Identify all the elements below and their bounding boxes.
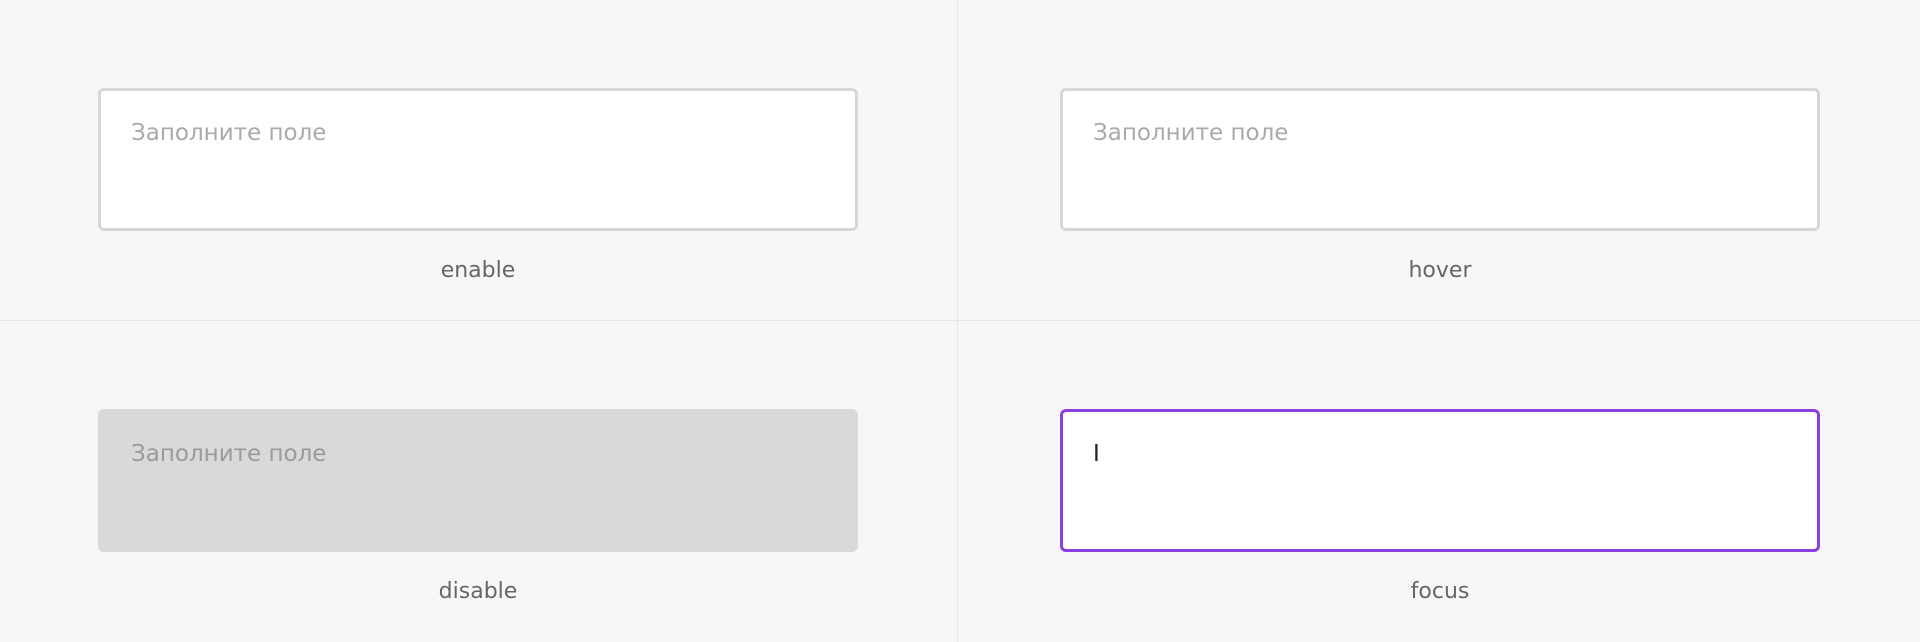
state-caption-enable: enable bbox=[440, 258, 516, 283]
text-field-focus[interactable]: I bbox=[1060, 409, 1820, 552]
state-caption-hover: hover bbox=[1408, 258, 1472, 283]
text-field-disable bbox=[98, 409, 858, 552]
state-cell-focus: I focus bbox=[958, 321, 1920, 642]
state-caption-disable: disable bbox=[438, 579, 518, 604]
state-cell-disable: disable bbox=[0, 321, 958, 642]
text-field-states-showcase: enable hover disable I focus bbox=[0, 0, 1920, 642]
text-field-hover[interactable] bbox=[1060, 88, 1820, 231]
state-cell-hover: hover bbox=[958, 0, 1920, 321]
text-field-enable[interactable] bbox=[98, 88, 858, 231]
state-cell-enable: enable bbox=[0, 0, 958, 321]
state-caption-focus: focus bbox=[1410, 579, 1470, 604]
